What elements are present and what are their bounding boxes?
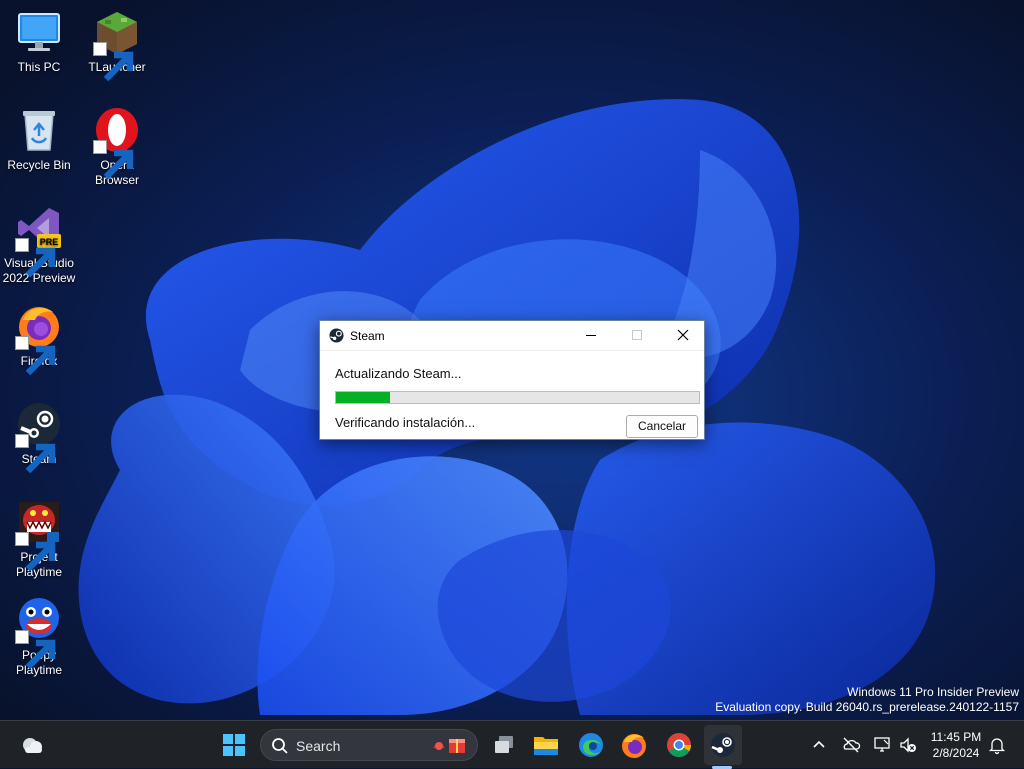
visual-studio-icon: PRE (15, 204, 63, 278)
steam-update-dialog: Steam Actualizando Steam... Verificando … (319, 320, 705, 440)
firefox-icon (622, 734, 646, 758)
close-button[interactable] (660, 321, 706, 350)
shortcut-arrow-icon (15, 434, 56, 474)
maximize-button (614, 321, 660, 350)
search-highlight-icon (433, 739, 465, 753)
verify-status-text: Verificando instalación... (335, 415, 476, 430)
desktop-icon-visual-studio[interactable]: PRE Visual Studio 2022 Preview (1, 204, 77, 286)
desktop-icon-steam[interactable]: Steam (1, 400, 77, 474)
desktop-icon-recycle-bin[interactable]: Recycle Bin (1, 106, 77, 173)
search-icon (272, 738, 288, 754)
maximize-icon (632, 330, 642, 340)
taskbar-chrome[interactable] (663, 729, 695, 761)
file-explorer-icon (534, 737, 558, 755)
tlauncher-icon (93, 8, 141, 82)
evaluation-watermark: Windows 11 Pro Insider Preview Evaluatio… (715, 685, 1019, 715)
desktop-icon-tlauncher[interactable]: TLauncher (79, 8, 155, 82)
desktop-icon-firefox[interactable]: Firefox (1, 302, 77, 376)
taskbar-search-box[interactable]: Search (260, 729, 478, 761)
dialog-title: Steam (350, 329, 385, 343)
watermark-line-2: Evaluation copy. Build 26040.rs_prerelea… (715, 700, 1019, 714)
onedrive-offline-icon[interactable] (841, 735, 861, 755)
close-icon (677, 329, 689, 341)
desktop-icon-label: This PC (17, 60, 61, 74)
recycle-bin-icon (15, 106, 63, 154)
windows-start-icon (223, 734, 245, 756)
steam-icon (711, 733, 735, 757)
dialog-titlebar[interactable]: Steam (320, 321, 704, 351)
project-playtime-icon (15, 498, 63, 572)
weather-widget[interactable] (16, 729, 48, 761)
steam-icon (15, 400, 63, 474)
clock-date: 2/8/2024 (932, 746, 980, 760)
cloud-icon (23, 738, 42, 753)
clock-time: 11:45 PM (930, 730, 982, 744)
notification-bell-icon[interactable] (987, 735, 1007, 755)
task-view-button[interactable] (488, 729, 520, 761)
desktop-icon-this-pc[interactable]: This PC (1, 8, 77, 75)
shortcut-arrow-icon (93, 42, 134, 82)
chrome-icon (667, 733, 691, 758)
progress-fill (336, 392, 391, 403)
firefox-icon (15, 302, 63, 376)
desktop-icon-opera[interactable]: Opera Browser (79, 106, 155, 188)
taskbar: Search 11:45 PM 2/8/2024 (0, 720, 1024, 769)
search-placeholder: Search (296, 738, 341, 754)
network-icon[interactable] (872, 735, 892, 755)
cancel-button[interactable]: Cancelar (626, 415, 698, 438)
watermark-line-1: Windows 11 Pro Insider Preview (847, 685, 1019, 699)
update-progress-bar (335, 391, 700, 404)
taskbar-edge[interactable] (575, 729, 607, 761)
show-hidden-icons-chevron-icon[interactable] (809, 735, 829, 755)
minimize-icon (586, 335, 596, 336)
volume-muted-icon[interactable] (898, 735, 918, 755)
shortcut-arrow-icon (15, 630, 56, 670)
steam-icon (329, 328, 344, 343)
edge-icon (579, 733, 603, 757)
minimize-button[interactable] (568, 321, 614, 350)
desktop-icon-project-playtime[interactable]: Project Playtime (1, 498, 77, 580)
opera-icon (93, 106, 141, 180)
taskbar-steam[interactable] (707, 729, 739, 761)
desktop-icon-label: Recycle Bin (7, 158, 71, 172)
taskbar-file-explorer[interactable] (530, 729, 562, 761)
system-clock[interactable]: 11:45 PM 2/8/2024 (924, 729, 988, 761)
shortcut-arrow-icon (15, 238, 56, 278)
shortcut-arrow-icon (15, 532, 56, 572)
desktop-icon-poppy-playtime[interactable]: Poppy Playtime (1, 596, 77, 678)
start-button[interactable] (218, 729, 250, 761)
shortcut-arrow-icon (93, 140, 134, 180)
task-view-icon (495, 736, 513, 753)
computer-icon (15, 8, 63, 56)
update-status-text: Actualizando Steam... (335, 366, 462, 381)
shortcut-arrow-icon (15, 336, 56, 376)
taskbar-firefox[interactable] (618, 729, 650, 761)
poppy-playtime-icon (15, 596, 63, 670)
